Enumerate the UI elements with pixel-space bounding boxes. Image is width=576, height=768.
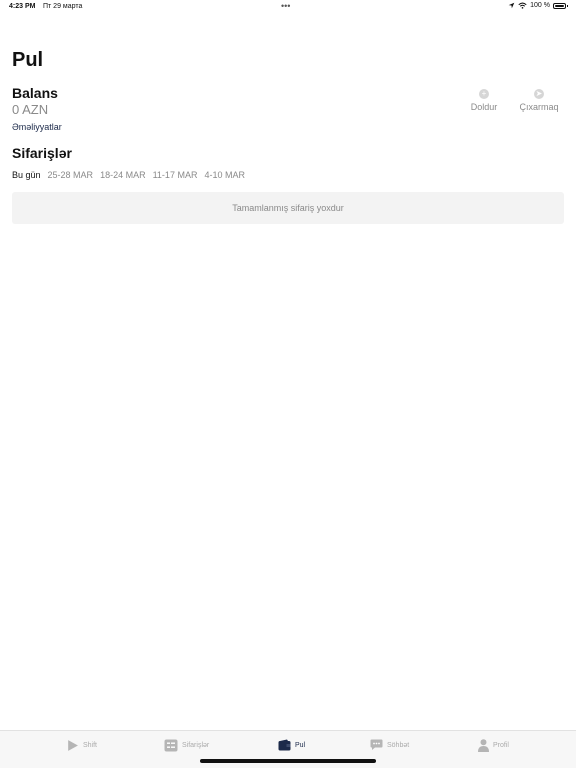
topup-label: Doldur: [470, 102, 498, 112]
tab-shift-label: Shift: [83, 742, 98, 749]
date-tab-week-2[interactable]: 18-24 MAR: [100, 170, 146, 180]
list-icon: [164, 739, 178, 752]
send-icon: ➤: [534, 89, 544, 99]
tab-money-label: Pul: [295, 741, 306, 749]
balance-label: Balans: [12, 85, 58, 101]
plus-icon: +: [479, 89, 489, 99]
tab-orders[interactable]: Sifarişlər: [164, 739, 209, 752]
play-icon: [68, 740, 78, 751]
tab-chat[interactable]: Söhbət: [370, 739, 409, 751]
tab-profile-label: Profil: [493, 742, 509, 749]
tab-shift[interactable]: Shift: [66, 739, 97, 752]
wifi-icon: [518, 2, 527, 9]
person-icon: [478, 739, 489, 752]
page-title: Pul: [12, 49, 44, 71]
tab-chat-label: Söhbət: [387, 741, 410, 749]
withdraw-button[interactable]: ➤ Çıxarmaq: [515, 89, 563, 112]
date-tab-week-4[interactable]: 4-10 MAR: [204, 170, 245, 180]
status-time: 4:23 PM: [9, 3, 36, 10]
date-tab-week-3[interactable]: 11-17 MAR: [153, 170, 198, 180]
bottom-tab-bar: Shift Sifarişlər Pul Söhbət Profil: [0, 730, 576, 768]
empty-orders-message: Tamamlanmış sifariş yoxdur: [232, 203, 344, 213]
multitasking-dots[interactable]: •••: [281, 1, 290, 11]
status-date: Пт 29 марта: [43, 3, 83, 10]
tab-profile[interactable]: Profil: [478, 739, 509, 752]
balance-amount: 0 AZN: [12, 102, 49, 117]
withdraw-label: Çıxarmaq: [519, 102, 559, 112]
date-filter-tabs: Bu gün 25-28 MAR 18-24 MAR 11-17 MAR 4-1…: [12, 170, 245, 180]
date-tab-today[interactable]: Bu gün: [12, 170, 41, 180]
status-indicators: 100 %: [508, 2, 568, 9]
tab-money[interactable]: Pul: [278, 739, 305, 751]
battery-level: [555, 4, 564, 7]
battery-percent: 100 %: [530, 2, 550, 9]
wallet-icon: [278, 739, 291, 751]
home-indicator[interactable]: [200, 759, 376, 763]
topup-button[interactable]: + Doldur: [466, 89, 502, 112]
empty-orders-box: Tamamlanmış sifariş yoxdur: [12, 192, 564, 224]
date-tab-week-1[interactable]: 25-28 MAR: [48, 170, 94, 180]
status-bar: 4:23 PM Пт 29 марта ••• 100 %: [0, 0, 576, 14]
transactions-link[interactable]: Əməliyyatlar: [12, 122, 62, 132]
chat-icon: [370, 739, 383, 750]
orders-title: Sifarişlər: [12, 145, 72, 161]
location-icon: [508, 2, 515, 9]
battery-icon: [553, 2, 568, 9]
tab-orders-label: Sifarişlər: [182, 742, 210, 749]
